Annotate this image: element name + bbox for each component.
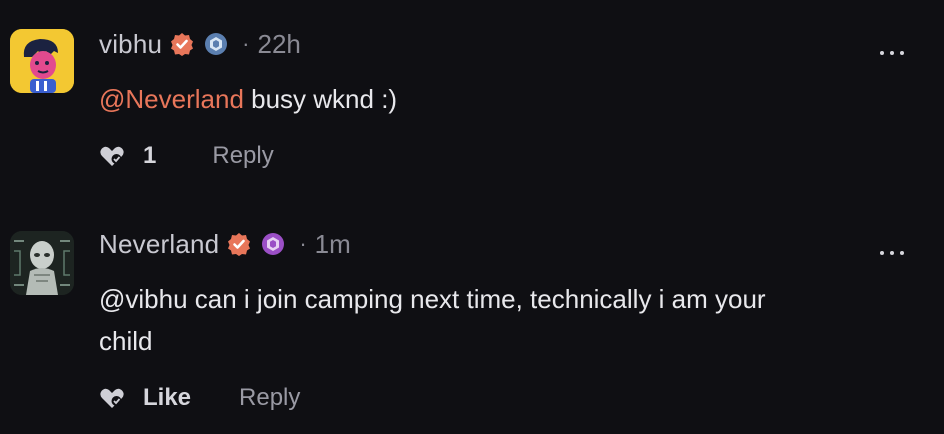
heart-icon [100, 146, 124, 166]
avatar[interactable] [10, 231, 74, 295]
cartoon-avatar-icon [10, 29, 74, 93]
reply-button[interactable]: Reply [239, 384, 300, 412]
comment-actions: 1 Reply [99, 139, 274, 173]
author-name[interactable]: vibhu [99, 29, 162, 60]
hexagon-badge-icon [205, 33, 228, 55]
verified-badge-icon [171, 33, 194, 56]
avatar[interactable] [10, 29, 74, 93]
like-count: 1 [143, 142, 157, 169]
comment: vibhu · 22h @Neverland busy wknd :) 1 Re… [0, 0, 944, 200]
mention-link[interactable]: @vibhu [99, 284, 188, 314]
more-options-icon[interactable] [878, 47, 906, 59]
comment-body: busy wknd :) [243, 84, 398, 114]
comment-actions: Like Reply [99, 381, 300, 415]
separator: · [242, 31, 250, 56]
robot-avatar-icon [10, 231, 74, 295]
comment-header: vibhu · 22h [99, 27, 301, 61]
like-label: Like [143, 384, 192, 411]
author-name[interactable]: Neverland [99, 229, 219, 260]
timestamp: 1m [314, 228, 351, 259]
like-button[interactable]: Like [99, 384, 191, 412]
hexagon-badge-icon [262, 233, 285, 255]
comment-text: @vibhu can i join camping next time, tec… [99, 278, 819, 362]
mention-link[interactable]: @Neverland [99, 84, 244, 114]
comment-text: @Neverland busy wknd :) [99, 78, 839, 120]
comment: Neverland · 1m @vibhu can i join camping… [0, 200, 944, 434]
timestamp: 22h [257, 28, 301, 59]
comment-body: can i join camping next time, technicall… [99, 284, 766, 356]
more-options-icon[interactable] [878, 247, 906, 259]
reply-button[interactable]: Reply [212, 142, 273, 170]
like-button[interactable]: 1 [99, 142, 156, 170]
verified-badge-icon [228, 233, 251, 256]
comment-header: Neverland · 1m [99, 227, 351, 261]
heart-icon [100, 388, 124, 408]
separator: · [299, 231, 307, 256]
